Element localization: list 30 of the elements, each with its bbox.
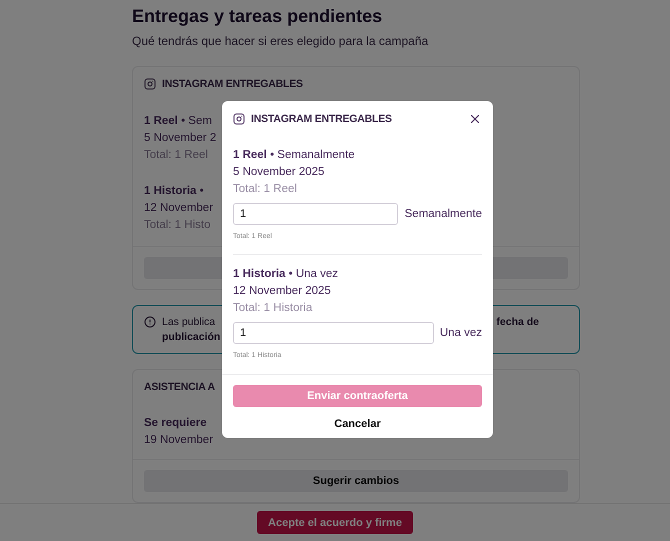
cancel-button[interactable]: Cancelar: [328, 417, 387, 431]
deliverable-heading: 1 Reel • Sem: [144, 114, 212, 128]
frequency-label: Una vez: [440, 326, 482, 340]
frequency-label: Semanalmente: [404, 207, 482, 221]
card-title: INSTAGRAM ENTREGABLES: [162, 78, 303, 90]
notice-text: Las publica: [162, 316, 216, 328]
event-date: 19 November: [144, 433, 214, 447]
deliverable-date: 5 November 2: [144, 131, 216, 145]
quantity-field[interactable]: 1: [233, 203, 398, 225]
quantity-field[interactable]: 1: [233, 322, 434, 344]
deliverable-date: 5 November 2025: [233, 165, 324, 179]
deliverable-total: Total: 1 Reel: [233, 182, 297, 196]
suggest-changes-button[interactable]: Sugerir cambios: [144, 470, 568, 492]
card-title: ASISTENCIA A: [144, 381, 215, 393]
deliverable-date: 12 November 2025: [233, 284, 331, 298]
deliverable-heading: 1 Historia • Una vez: [233, 267, 338, 281]
close-button[interactable]: [468, 112, 482, 126]
notice-text: publicación: [162, 331, 220, 343]
deliverable-heading: 1 Reel • Semanalmente: [233, 148, 355, 162]
deliverable-date: 12 November: [144, 201, 214, 215]
deliverable-heading: 1 Historia •: [144, 184, 204, 198]
page-title: Entregas y tareas pendientes: [132, 5, 384, 27]
notice-text: fecha de: [496, 316, 539, 328]
requirement-text: Se requiere: [144, 416, 207, 430]
modal-title: INSTAGRAM ENTREGABLES: [251, 113, 392, 125]
deliverable-total: Total: 1 Histo: [144, 218, 210, 232]
deliverable-total: Total: 1 Reel: [144, 148, 208, 162]
deliverable-total: Total: 1 Historia: [233, 301, 312, 315]
alert-icon: [144, 316, 156, 328]
page-subtitle: Qué tendrás que hacer si eres elegido para la campaña: [132, 34, 430, 48]
